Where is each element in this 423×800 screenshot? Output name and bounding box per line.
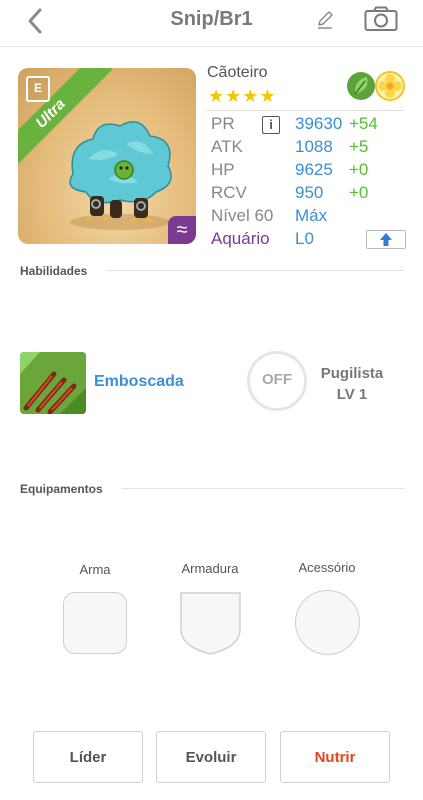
weapon-label: Arma [79, 562, 111, 577]
camera-icon[interactable] [364, 6, 398, 32]
accessory-slot[interactable] [295, 590, 360, 655]
flower-icon [375, 71, 405, 101]
feed-button[interactable]: Nutrir [280, 731, 390, 783]
atk-bonus: +5 [349, 137, 369, 156]
divider [122, 488, 404, 489]
pr-label: PR [211, 114, 235, 133]
element-level-value: L0 [295, 229, 314, 248]
passive-skill-name: Pugilista [320, 365, 384, 382]
page-title: Snip/Br1 [170, 8, 253, 30]
hp-value: 9625 [295, 160, 333, 179]
passive-skill-state: OFF [262, 371, 292, 388]
hp-bonus: +0 [349, 160, 369, 179]
pr-bonus: +54 [349, 114, 378, 133]
pr-value: 39630 [295, 114, 343, 133]
weapon-slot[interactable] [63, 592, 127, 654]
hp-label: HP [211, 160, 235, 179]
accessory-label: Acessório [298, 560, 356, 575]
atk-value: 1088 [295, 137, 333, 156]
rcv-label: RCV [211, 183, 247, 202]
arrow-up-icon [380, 233, 392, 246]
rcv-value: 950 [295, 183, 324, 202]
level-value: Máx [295, 206, 328, 225]
armor-slot[interactable] [179, 591, 242, 656]
rank-badge: E [26, 76, 50, 102]
rcv-bonus: +0 [349, 183, 369, 202]
leaf-icon [347, 72, 375, 100]
divider [106, 270, 404, 271]
monster-portrait[interactable]: Ultra E ≈ [18, 68, 196, 244]
star-rating: ★★★★ [208, 86, 277, 106]
active-skill-name[interactable]: Emboscada [94, 373, 184, 391]
equipment-section-title: Equipamentos [20, 482, 103, 496]
monster-image [69, 121, 172, 230]
atk-label: ATK [211, 137, 243, 156]
upgrade-button[interactable] [366, 230, 406, 249]
pencil-icon[interactable] [314, 8, 336, 30]
skills-section-title: Habilidades [20, 264, 88, 278]
evolve-button[interactable]: Evoluir [156, 731, 266, 783]
passive-skill-level: LV 1 [336, 386, 368, 403]
header-bar: Snip/Br1 [0, 0, 423, 47]
type-icons [347, 71, 405, 101]
leader-button[interactable]: Líder [33, 731, 143, 783]
water-element-icon: ≈ [168, 216, 196, 244]
ambush-skill-icon[interactable] [20, 352, 86, 414]
monster-name: Cãoteiro [207, 64, 268, 81]
info-icon[interactable]: i [262, 116, 280, 134]
level-label: Nível 60 [211, 206, 274, 225]
element-label: Aquário [211, 229, 270, 248]
armor-label: Armadura [181, 561, 239, 576]
passive-skill-info[interactable]: Pugilista LV 1 [316, 363, 388, 405]
